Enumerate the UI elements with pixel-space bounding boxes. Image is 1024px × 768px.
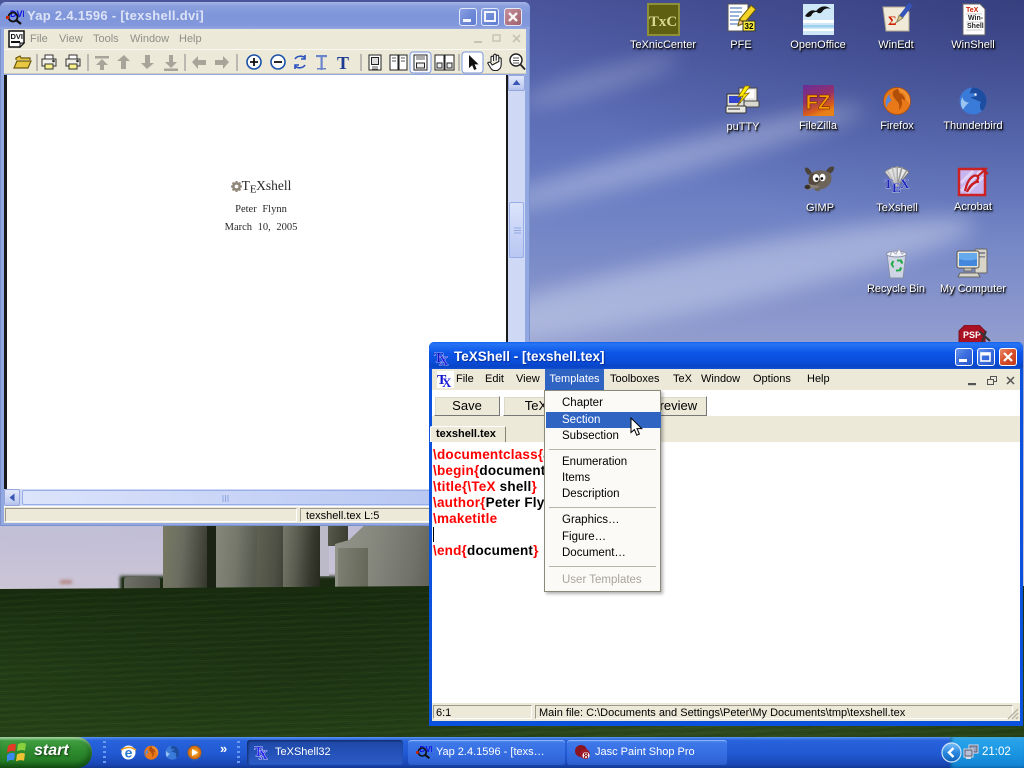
svg-text:TeX: TeX xyxy=(966,7,979,14)
svg-text:X: X xyxy=(439,353,449,366)
svg-text:8: 8 xyxy=(583,751,588,761)
svg-text:TxC: TxC xyxy=(648,14,676,30)
svg-text:X: X xyxy=(442,375,452,388)
svg-text:Σ: Σ xyxy=(888,13,897,28)
svg-text:32: 32 xyxy=(744,22,753,31)
svg-text:Win-: Win- xyxy=(968,15,984,22)
svg-text:PSP: PSP xyxy=(963,330,981,340)
svg-text:FZ: FZ xyxy=(805,92,829,114)
svg-text:T: T xyxy=(337,53,349,73)
svg-text:X: X xyxy=(900,176,910,191)
svg-text:X: X xyxy=(259,748,268,760)
svg-text:DVI: DVI xyxy=(11,32,24,41)
svg-text:Shell: Shell xyxy=(967,23,984,30)
